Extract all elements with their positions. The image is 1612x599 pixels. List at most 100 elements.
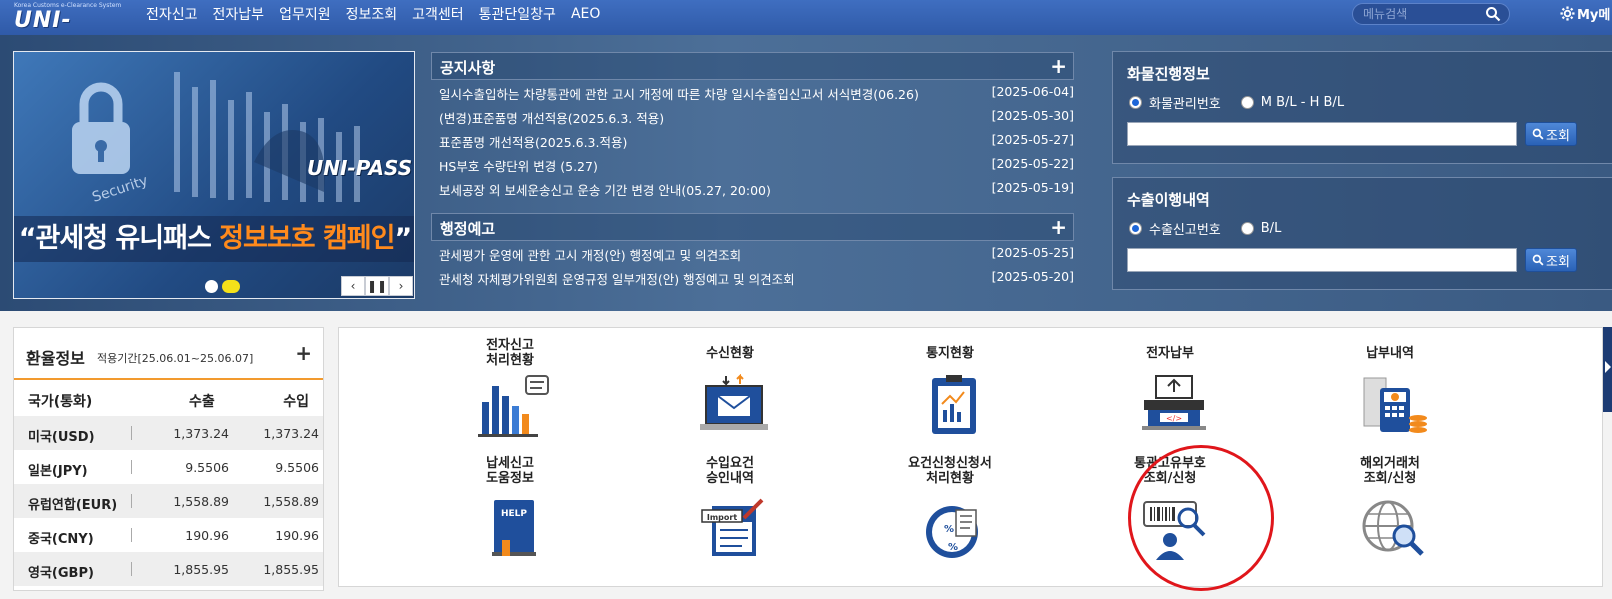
my-menu[interactable]: My메 [1560,4,1610,23]
banner-dot[interactable] [205,280,218,293]
fx-export-rate: 190.96 [185,528,229,543]
radio-cargo-number[interactable]: 화물관리번호 [1129,93,1221,112]
fx-import-rate: 1,855.95 [263,562,319,577]
cargo-search-label: 조회 [1546,128,1570,144]
admin-notice-more-button[interactable]: + [1050,215,1067,239]
cargo-number-input[interactable] [1127,122,1517,146]
gear-icon [1560,6,1575,21]
fx-row: 중국(CNY) 190.96 190.96 [14,518,323,552]
radio-unselected[interactable] [1240,96,1254,109]
radio-label: B/L [1260,221,1282,236]
nav-item-e-payment[interactable]: 전자납부 [213,4,265,24]
col-export: 수출 [189,394,215,410]
top-nav: Korea Customs e-Clearance System UNI-PAS… [0,0,1612,58]
radio-export-declaration[interactable]: 수출신고번호 [1129,219,1221,238]
fx-import-rate: 190.96 [275,528,319,543]
fx-import-rate: 9.5506 [275,460,319,475]
fx-more-button[interactable]: + [295,341,312,365]
radio-unselected[interactable] [1240,222,1254,235]
banner-dot-active[interactable] [222,280,240,293]
tile-label: 납부내역 [1366,346,1414,361]
nav-item-customer-center[interactable]: 고객센터 [412,4,464,24]
radio-selected[interactable] [1129,96,1142,109]
tile-label: 해외거래처 조회/신청 [1360,456,1420,486]
notice-row[interactable]: 일시수출입하는 차량통관에 관한 고시 개정에 따른 차량 일시수출입신고서 서… [431,80,1074,104]
cargo-search-button[interactable]: 조회 [1525,122,1577,146]
export-search-button[interactable]: 조회 [1525,248,1577,272]
fx-row: 영국(GBP) 1,855.95 1,855.95 [14,552,323,586]
search-icon [1532,128,1544,140]
export-history-search: 수출이행내역 수출신고번호 B/L 조회 [1112,177,1612,290]
nav-item-e-declaration[interactable]: 전자신고 [146,4,198,24]
fx-title: 환율정보 [26,349,85,368]
notice-text[interactable]: 표준품명 개선적용(2025.6.3.적용) [439,132,627,151]
help-book-icon: HELP [492,500,536,556]
notice-more-button[interactable]: + [1050,54,1067,78]
barcode-person-icon [1143,501,1206,560]
svg-text:%: % [944,524,954,535]
fx-columns: 국가(통화) 수출 수입 [14,380,323,416]
banner-controls: ‹ ❚❚ › [341,276,413,296]
fx-row: 일본(JPY) 9.5506 9.5506 [14,450,323,484]
nav-item-single-window[interactable]: 통관단일창구 [479,4,556,24]
divider [131,562,132,576]
fx-import-rate: 1,373.24 [263,426,319,441]
radio-label: M B/L - H B/L [1260,95,1345,110]
fx-row: 유럽연합(EUR) 1,558.89 1,558.89 [14,484,323,518]
notice-text[interactable]: 일시수출입하는 차량통관에 관한 고시 개정에 따른 차량 일시수출입신고서 서… [439,84,919,103]
fx-country: 영국(GBP) [28,566,94,581]
cargo-progress-search: 화물진행정보 화물관리번호 M B/L - H B/L 조회 [1112,51,1612,164]
tile-label: 전자납부 [1146,346,1194,361]
nav-item-aeo[interactable]: AEO [571,6,600,22]
fx-header: 환율정보 적용기간[25.06.01~25.06.07] + [14,328,323,380]
radio-selected[interactable] [1129,222,1142,235]
nav-item-business-support[interactable]: 업무지원 [279,4,331,24]
tile-label: 납세신고 도움정보 [486,456,534,486]
tile-label: 전자신고 처리현황 [486,338,534,368]
admin-notice-row[interactable]: 관세평가 운영에 관한 고시 개정(안) 행정예고 및 의견조회 [2025-05… [431,241,1074,265]
notice-row[interactable]: (변경)표준품명 개선적용(2025.6.3. 적용) [2025-05-30] [431,104,1074,128]
export-type-radios: 수출신고번호 B/L [1129,219,1281,238]
divider [131,494,132,508]
clipboard-chart-icon [932,375,976,434]
my-menu-label: My메 [1577,8,1611,23]
col-import: 수입 [283,394,309,410]
side-panel-toggle[interactable] [1603,327,1612,412]
import-document-icon: Import [701,498,764,556]
notice-text[interactable]: HS부호 수량단위 변경 (5.27) [439,156,598,175]
payment-terminal-icon: </> [1142,375,1206,430]
admin-notice-date: [2025-05-20] [991,269,1074,284]
notice-text[interactable]: 보세공장 외 보세운송신고 운송 기간 변경 안내(05.27, 20:00) [439,180,771,199]
radio-mbl-hbl[interactable]: M B/L - H B/L [1240,93,1345,112]
menu-search-input[interactable] [1363,6,1473,22]
campaign-banner[interactable]: Security UNI-PASS “관세청 유니패스 정보보호 캠페인” ‹ … [13,51,415,299]
notice-row[interactable]: HS부호 수량단위 변경 (5.27) [2025-05-22] [431,152,1074,176]
notice-row[interactable]: 보세공장 외 보세운송신고 운송 기간 변경 안내(05.27, 20:00) [… [431,176,1074,200]
notice-date: [2025-05-22] [991,156,1074,171]
nav-item-info-lookup[interactable]: 정보조회 [346,4,398,24]
unipass-logo[interactable]: Korea Customs e-Clearance System UNI-PAS… [14,2,121,58]
fx-export-rate: 9.5506 [185,460,229,475]
notice-row[interactable]: 표준품명 개선적용(2025.6.3.적용) [2025-05-27] [431,128,1074,152]
radio-bl[interactable]: B/L [1240,219,1282,238]
campaign-highlight: 정보보호 캠페인 [219,223,395,254]
bar-chart-icon [478,375,549,437]
admin-notice-title: 행정예고 [440,220,496,238]
banner-next-button[interactable]: › [389,276,413,296]
notice-date: [2025-05-30] [991,108,1074,123]
search-icon[interactable] [1485,6,1501,22]
tile-label: 수신현황 [706,346,754,361]
admin-notice-text[interactable]: 관세평가 운영에 관한 고시 개정(안) 행정예고 및 의견조회 [439,245,741,264]
divider [131,460,132,474]
banner-prev-button[interactable]: ‹ [341,276,365,296]
banner-pause-button[interactable]: ❚❚ [365,276,389,296]
fx-country: 중국(CNY) [28,532,94,547]
admin-notice-text[interactable]: 관세청 자체평가위원회 운영규정 일부개정(안) 행정예고 및 의견조회 [439,269,795,288]
banner-pager [205,280,240,293]
admin-notice-row[interactable]: 관세청 자체평가위원회 운영규정 일부개정(안) 행정예고 및 의견조회 [202… [431,265,1074,289]
notice-text[interactable]: (변경)표준품명 개선적용(2025.6.3. 적용) [439,108,664,127]
main-menu: 전자신고 전자납부 업무지원 정보조회 고객센터 통관단일창구 AEO [146,0,600,28]
export-number-input[interactable] [1127,248,1517,272]
receipt-card-icon [1363,377,1427,433]
fx-export-rate: 1,558.89 [173,494,229,509]
